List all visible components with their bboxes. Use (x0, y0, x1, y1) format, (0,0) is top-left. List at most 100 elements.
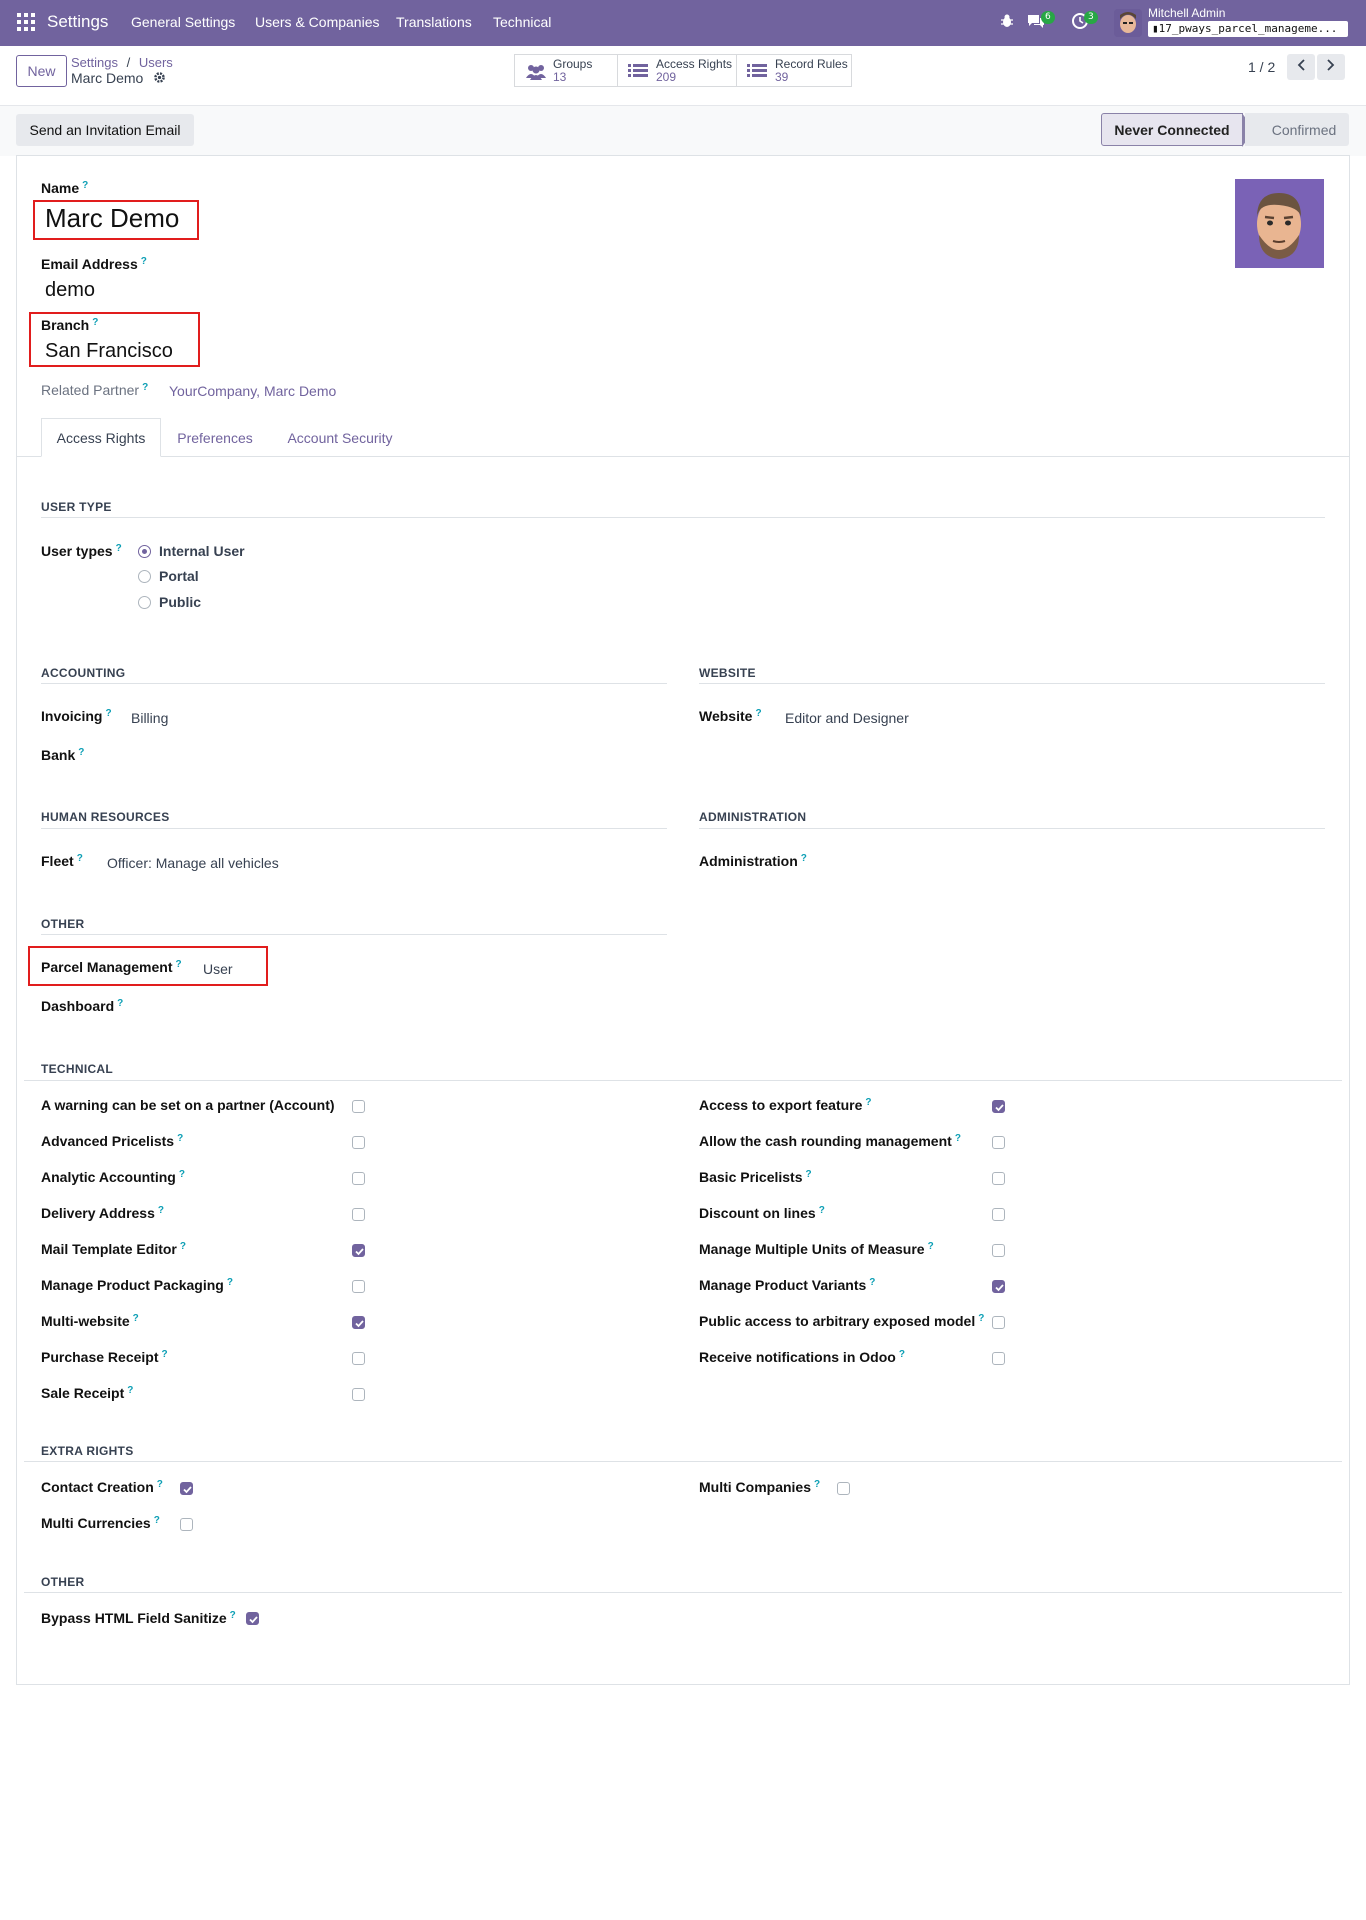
basic-pricelists-checkbox[interactable] (992, 1172, 1005, 1185)
help-icon[interactable]: ? (869, 1277, 875, 1288)
help-icon[interactable]: ? (865, 1097, 871, 1108)
help-icon[interactable]: ? (227, 1277, 233, 1288)
help-icon[interactable]: ? (133, 1313, 139, 1324)
manage-product-packaging-checkbox[interactable] (352, 1280, 365, 1293)
help-icon[interactable]: ? (82, 180, 88, 191)
help-icon[interactable]: ? (158, 1205, 164, 1216)
user-photo[interactable] (1235, 179, 1324, 268)
help-icon[interactable]: ? (819, 1205, 825, 1216)
manage-product-variants-checkbox[interactable] (992, 1280, 1005, 1293)
tab-access-rights[interactable]: Access Rights (41, 418, 161, 457)
help-icon[interactable]: ? (955, 1133, 961, 1144)
gear-icon[interactable] (153, 71, 166, 87)
new-button[interactable]: New (16, 55, 67, 87)
help-icon[interactable]: ? (162, 1349, 168, 1360)
help-icon[interactable]: ? (177, 1133, 183, 1144)
help-icon[interactable]: ? (230, 1610, 236, 1621)
allow-the-cash-rounding-management-checkbox[interactable] (992, 1136, 1005, 1149)
manage-multiple-units-of-measure-checkbox[interactable] (992, 1244, 1005, 1257)
breadcrumb-settings[interactable]: Settings (71, 55, 118, 70)
help-icon[interactable]: ? (127, 1385, 133, 1396)
breadcrumb-users[interactable]: Users (139, 55, 173, 70)
bank-label-text: Bank (41, 747, 76, 763)
help-icon[interactable]: ? (801, 853, 807, 864)
help-icon[interactable]: ? (899, 1349, 905, 1360)
groups-stat-value: 13 (553, 69, 567, 84)
pager-previous-button[interactable] (1287, 54, 1315, 80)
access-to-export-feature-checkbox[interactable] (992, 1100, 1005, 1113)
radio-public[interactable] (138, 596, 151, 609)
analytic-accounting-label-text: Analytic Accounting (41, 1169, 176, 1185)
app-menu-icon[interactable] (17, 13, 35, 31)
help-icon[interactable]: ? (105, 708, 111, 719)
send-invitation-button[interactable]: Send an Invitation Email (16, 114, 194, 146)
help-icon[interactable]: ? (928, 1241, 934, 1252)
pager-next-button[interactable] (1317, 54, 1345, 80)
tab-account-security[interactable]: Account Security (269, 418, 411, 457)
discount-on-lines-checkbox[interactable] (992, 1208, 1005, 1221)
help-icon[interactable]: ? (755, 708, 761, 719)
pager-value[interactable]: 1 / 2 (1248, 59, 1275, 75)
menu-users-companies[interactable]: Users & Companies (255, 14, 380, 30)
debug-bug-icon[interactable] (1000, 13, 1014, 33)
multi-website-checkbox[interactable] (352, 1316, 365, 1329)
help-icon[interactable]: ? (78, 747, 84, 758)
user-name[interactable]: Mitchell Admin (1148, 6, 1225, 20)
website-field[interactable]: Editor and Designer (785, 710, 909, 726)
user-avatar[interactable] (1114, 9, 1142, 37)
help-icon[interactable]: ? (117, 998, 123, 1009)
help-icon[interactable]: ? (157, 1479, 163, 1490)
help-icon[interactable]: ? (180, 1241, 186, 1252)
public-access-to-arbitrary-exposed-model-checkbox[interactable] (992, 1316, 1005, 1329)
tab-preferences[interactable]: Preferences (161, 418, 269, 457)
branch-field[interactable]: San Francisco (45, 340, 173, 363)
record-rules-stat-button[interactable]: Record Rules 39 (736, 54, 852, 87)
section-divider (24, 1080, 1342, 1081)
multi-currencies-checkbox[interactable] (180, 1518, 193, 1531)
fleet-field[interactable]: Officer: Manage all vehicles (107, 855, 279, 871)
sale-receipt-checkbox[interactable] (352, 1388, 365, 1401)
mail-template-editor-checkbox[interactable] (352, 1244, 365, 1257)
receive-notifications-in-odoo-checkbox[interactable] (992, 1352, 1005, 1365)
radio-label-internal-user[interactable]: Internal User (159, 543, 245, 559)
delivery-address-checkbox[interactable] (352, 1208, 365, 1221)
advanced-pricelists-checkbox[interactable] (352, 1136, 365, 1149)
menu-translations[interactable]: Translations (396, 14, 472, 30)
radio-portal[interactable] (138, 570, 151, 583)
stage-confirmed[interactable]: Confirmed (1245, 113, 1349, 146)
help-icon[interactable]: ? (142, 382, 148, 393)
help-icon[interactable]: ? (176, 959, 182, 970)
menu-general-settings[interactable]: General Settings (131, 14, 235, 30)
parcel-management-field[interactable]: User (203, 961, 233, 977)
help-icon[interactable]: ? (179, 1169, 185, 1180)
email-field[interactable]: demo (45, 279, 95, 302)
purchase-receipt-checkbox[interactable] (352, 1352, 365, 1365)
radio-label-portal[interactable]: Portal (159, 568, 199, 584)
radio-label-public[interactable]: Public (159, 594, 201, 610)
contact-creation-checkbox[interactable] (180, 1482, 193, 1495)
help-icon[interactable]: ? (978, 1313, 984, 1324)
radio-internal-user[interactable] (138, 545, 151, 558)
multi-companies-checkbox[interactable] (837, 1482, 850, 1495)
chevron-left-icon (1297, 59, 1305, 75)
stage-never-connected[interactable]: Never Connected (1101, 113, 1254, 147)
access-rights-stat-button[interactable]: Access Rights 209 (617, 54, 737, 87)
multi-website-label-text: Multi-website (41, 1313, 130, 1329)
name-field[interactable]: Marc Demo (45, 203, 179, 234)
a-warning-can-be-set-on-a-partner-account-checkbox[interactable] (352, 1100, 365, 1113)
help-icon[interactable]: ? (141, 256, 147, 267)
analytic-accounting-checkbox[interactable] (352, 1172, 365, 1185)
invoicing-field[interactable]: Billing (131, 710, 168, 726)
help-icon[interactable]: ? (77, 853, 83, 864)
menu-technical[interactable]: Technical (493, 14, 551, 30)
help-icon[interactable]: ? (154, 1515, 160, 1526)
invoicing-label-text: Invoicing (41, 708, 103, 724)
app-title[interactable]: Settings (47, 12, 108, 32)
bypass-html-checkbox[interactable] (246, 1612, 259, 1625)
help-icon[interactable]: ? (116, 543, 122, 554)
related-partner-link[interactable]: YourCompany, Marc Demo (169, 383, 336, 399)
access-to-export-feature-label: Access to export feature? (699, 1097, 872, 1113)
help-icon[interactable]: ? (806, 1169, 812, 1180)
help-icon[interactable]: ? (814, 1479, 820, 1490)
groups-stat-button[interactable]: Groups 13 (514, 54, 618, 87)
